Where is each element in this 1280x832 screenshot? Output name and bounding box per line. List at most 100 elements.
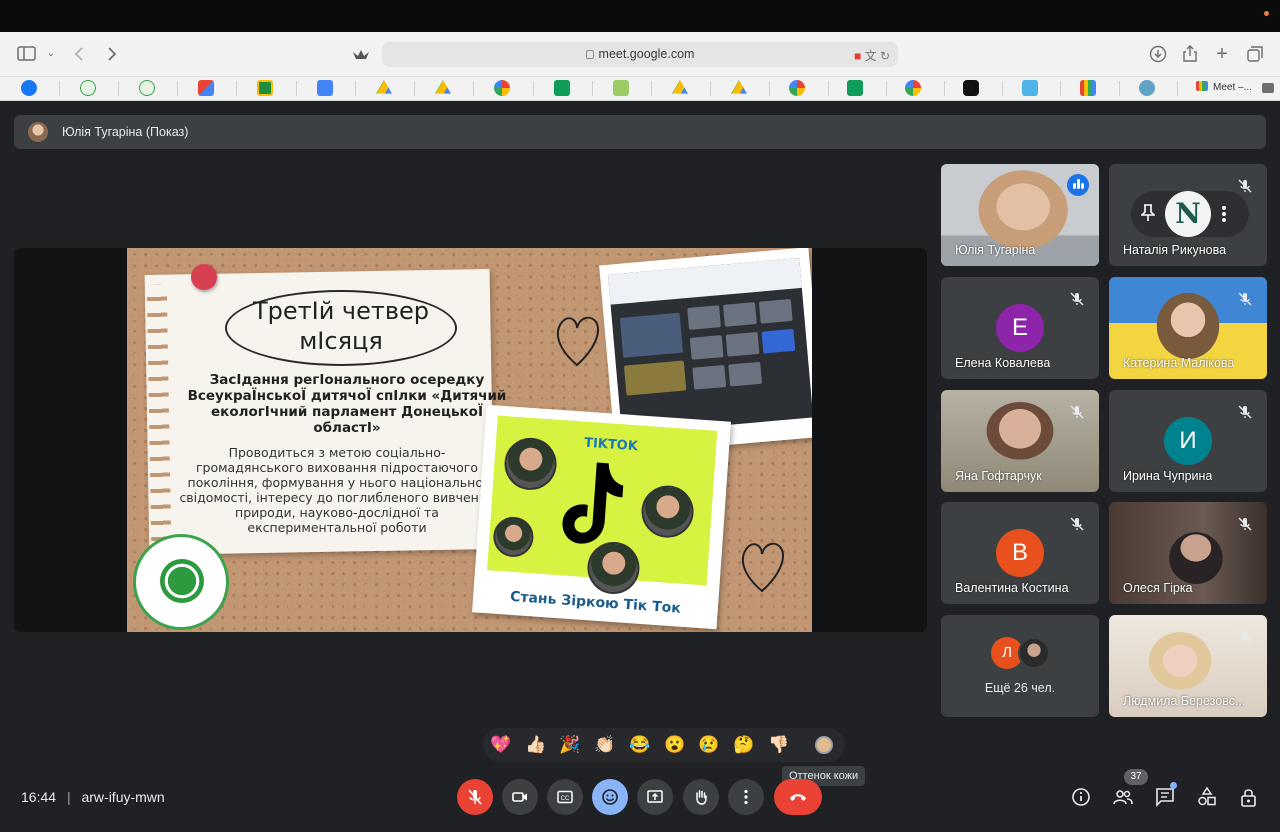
ocean-icon[interactable] xyxy=(1139,80,1155,96)
reaction-party-button[interactable]: 🎉 xyxy=(558,734,582,756)
camera-toggle-button[interactable] xyxy=(502,779,538,815)
camera-recording-icon[interactable]: ■ xyxy=(854,49,861,63)
extension-icon[interactable] xyxy=(350,43,372,65)
eco-center-logo-icon xyxy=(133,534,229,630)
sidebar-toggle-icon[interactable] xyxy=(16,43,38,65)
participant-name: Ирина Чуприна xyxy=(1123,469,1213,483)
browser-toolbar: ⌄ meet.google.com ■ 文 ↻ + xyxy=(0,32,1280,76)
translate-icon[interactable]: 文 xyxy=(865,49,877,63)
drive-icon[interactable] xyxy=(731,80,747,94)
participant-tile[interactable]: Юлія Тугаріна xyxy=(941,164,1099,266)
archive-icon[interactable] xyxy=(613,80,629,96)
drive-icon[interactable] xyxy=(376,80,392,94)
google-icon[interactable] xyxy=(789,80,805,96)
downloads-icon[interactable] xyxy=(1147,43,1169,65)
participants-count-badge: 37 xyxy=(1124,769,1148,785)
help-icon[interactable] xyxy=(963,80,979,96)
active-tab-meet[interactable]: Meet –... xyxy=(1196,81,1252,93)
reaction-laugh-button[interactable]: 😂 xyxy=(628,734,652,756)
video-camera-icon xyxy=(512,792,527,802)
lock-icon xyxy=(585,50,594,59)
mic-off-icon xyxy=(1070,517,1084,531)
recording-indicator-icon xyxy=(1264,11,1269,16)
heart-icon xyxy=(556,316,599,367)
meet-icon xyxy=(1196,81,1208,91)
participant-name: Катерина Малікова xyxy=(1123,356,1235,370)
reaction-heart-button[interactable]: 💖 xyxy=(489,734,513,756)
meeting-details-icon[interactable] xyxy=(1070,786,1092,808)
presentation-slide: ТретІй четвер мІсяця ЗасІдання регIональ… xyxy=(127,248,812,632)
forward-button[interactable] xyxy=(100,43,122,65)
google-icon[interactable] xyxy=(494,80,510,96)
gmail-icon[interactable] xyxy=(198,80,214,96)
form-icon[interactable] xyxy=(1022,80,1038,96)
address-bar[interactable]: meet.google.com ■ 文 ↻ xyxy=(382,42,898,67)
more-options-icon[interactable] xyxy=(1221,205,1227,228)
participant-tile[interactable]: Людмила Березовс... xyxy=(1109,615,1267,717)
pin-icon[interactable] xyxy=(1140,204,1156,225)
chat-icon[interactable] xyxy=(1154,786,1176,808)
svg-text:CC: CC xyxy=(561,796,570,802)
participant-tile[interactable]: N Наталія Рикунова xyxy=(1109,164,1267,266)
shield-icon[interactable] xyxy=(80,80,96,96)
skin-tone-button[interactable] xyxy=(815,736,833,754)
docs-icon[interactable] xyxy=(317,80,333,96)
avatar: И xyxy=(1164,417,1212,465)
reaction-clap-button[interactable]: 👏🏻 xyxy=(593,734,617,756)
participant-tile[interactable]: Катерина Малікова xyxy=(1109,277,1267,379)
speaking-indicator-icon xyxy=(1067,174,1089,196)
share-icon[interactable] xyxy=(1179,43,1201,65)
chevron-down-icon[interactable]: ⌄ xyxy=(40,43,62,65)
participant-tile[interactable]: И Ирина Чуприна xyxy=(1109,390,1267,492)
present-screen-button[interactable] xyxy=(637,779,673,815)
emoji-icon xyxy=(602,789,618,805)
participant-name: Валентина Костина xyxy=(955,581,1069,595)
shield-icon[interactable] xyxy=(139,80,155,96)
slide-body: Проводиться з метою соціально-громадянсь… xyxy=(179,445,495,535)
meet-icon[interactable] xyxy=(1080,80,1096,96)
tab-overview-icon[interactable] xyxy=(1244,43,1266,65)
facebook-icon[interactable] xyxy=(21,80,37,96)
participant-name: Яна Гофтарчук xyxy=(955,469,1042,483)
reaction-sad-button[interactable]: 😢 xyxy=(697,734,721,756)
reaction-surprised-button[interactable]: 😮 xyxy=(663,734,687,756)
more-participants-tile[interactable]: Л Ещё 26 чел. xyxy=(941,615,1099,717)
meeting-code: arw-ifuy-mwn xyxy=(81,789,165,805)
host-controls-icon[interactable] xyxy=(1238,786,1260,808)
camera-icon xyxy=(1262,83,1274,93)
new-tab-icon[interactable]: + xyxy=(1211,43,1233,65)
leave-call-button[interactable] xyxy=(774,779,822,815)
tiktok-note-icon xyxy=(562,462,624,544)
participant-tile[interactable]: Олеся Гірка xyxy=(1109,502,1267,604)
activities-icon[interactable] xyxy=(1196,786,1218,808)
google-icon[interactable] xyxy=(905,80,921,96)
slide-title: ТретІй четвер мІсяця xyxy=(252,297,429,355)
raise-hand-button[interactable] xyxy=(683,779,719,815)
drive-icon[interactable] xyxy=(435,80,451,94)
presentation-stage[interactable]: ТретІй четвер мІсяця ЗасІдання регIональ… xyxy=(14,248,927,632)
reaction-thumbs-up-button[interactable]: 👍🏻 xyxy=(524,734,548,756)
participant-tile[interactable]: В Валентина Костина xyxy=(941,502,1099,604)
participant-name: Олеся Гірка xyxy=(1123,581,1193,595)
reaction-thinking-button[interactable]: 🤔 xyxy=(732,734,756,756)
mic-off-icon xyxy=(1070,405,1084,419)
reload-icon[interactable]: ↻ xyxy=(880,49,890,63)
sheets-icon[interactable] xyxy=(554,80,570,96)
mic-toggle-button[interactable] xyxy=(457,779,493,815)
participant-tile[interactable]: Яна Гофтарчук xyxy=(941,390,1099,492)
meeting-info-text: 16:44 | arw-ifuy-mwn xyxy=(21,789,165,805)
drive-icon[interactable] xyxy=(672,80,688,94)
current-time: 16:44 xyxy=(21,789,57,805)
reactions-button[interactable] xyxy=(592,779,628,815)
people-icon[interactable] xyxy=(1112,786,1134,808)
more-options-button[interactable] xyxy=(728,779,764,815)
heart-icon xyxy=(741,542,784,593)
participant-tile[interactable]: Е Елена Ковалева xyxy=(941,277,1099,379)
classroom-icon[interactable] xyxy=(257,80,273,96)
captions-button[interactable]: CC xyxy=(547,779,583,815)
face-photo xyxy=(639,483,696,540)
reaction-thumbs-down-button[interactable]: 👎🏻 xyxy=(767,734,791,756)
captions-icon: CC xyxy=(557,790,573,804)
back-button[interactable] xyxy=(69,43,91,65)
sheets-icon[interactable] xyxy=(847,80,863,96)
